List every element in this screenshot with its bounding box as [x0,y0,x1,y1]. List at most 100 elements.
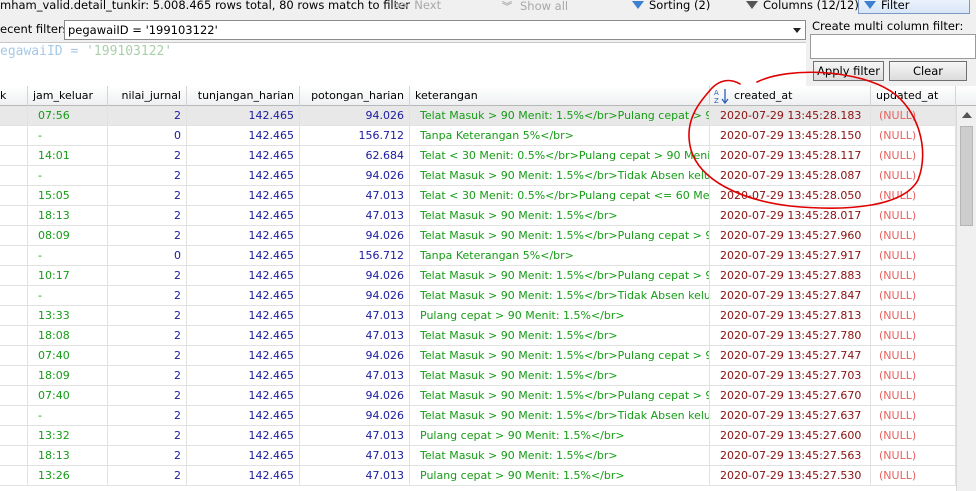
nilai-jurnal-cell[interactable]: 2 [108,406,187,426]
potongan-harian-cell[interactable]: 47.013 [300,366,410,386]
jam-keluar-cell[interactable]: 18:13 [28,206,108,226]
keterangan-cell[interactable]: Telat Masuk > 90 Menit: 1.5%</br>Pulang … [410,266,710,286]
tunjangan-harian-cell[interactable]: 142.465 [187,146,300,166]
show-all-button[interactable]: ︾ Show all [502,0,568,13]
tunjangan-harian-cell[interactable]: 142.465 [187,406,300,426]
row-index-cell[interactable] [0,266,28,286]
jam-keluar-cell[interactable]: - [28,246,108,266]
jam-keluar-cell[interactable]: 14:01 [28,146,108,166]
jam-keluar-cell[interactable]: - [28,286,108,306]
potongan-harian-cell[interactable]: 94.026 [300,266,410,286]
table-row[interactable]: -0 142.465 156.712 Tanpa Keterangan 5%</br>… [0,126,956,146]
updated-at-cell[interactable]: (NULL) [871,326,956,346]
updated-at-cell[interactable]: (NULL) [871,426,956,446]
tunjangan-harian-cell[interactable]: 142.465 [187,346,300,366]
multi-column-filter-input[interactable] [810,34,976,59]
apply-filter-button[interactable]: Apply filter [813,61,884,81]
keterangan-cell[interactable]: Telat Masuk > 90 Menit: 1.5%</br>Tidak A… [410,286,710,306]
updated-at-cell[interactable]: (NULL) [871,446,956,466]
keterangan-cell[interactable]: Telat Masuk > 90 Menit: 1.5%</br>Pulang … [410,346,710,366]
keterangan-cell[interactable]: Telat Masuk > 90 Menit: 1.5%</br>Tidak A… [410,406,710,426]
updated-at-cell[interactable]: (NULL) [871,406,956,426]
columns-button[interactable]: Columns (12/12) [746,0,859,13]
clear-button[interactable]: Clear [889,61,967,81]
filter-toggle-button[interactable]: Filter [858,0,970,14]
updated-at-cell[interactable]: (NULL) [871,166,956,186]
updated-at-cell[interactable]: (NULL) [871,386,956,406]
created-at-cell[interactable]: 2020-07-29 13:45:27.883 [710,266,871,286]
potongan-harian-cell[interactable]: 94.026 [300,226,410,246]
chevron-down-icon[interactable] [793,28,801,33]
nilai-jurnal-cell[interactable]: 2 [108,226,187,246]
keterangan-cell[interactable]: Telat Masuk > 90 Menit: 1.5%</br> [410,366,710,386]
updated-at-cell[interactable]: (NULL) [871,346,956,366]
potongan-harian-cell[interactable]: 47.013 [300,306,410,326]
keterangan-cell[interactable]: Tanpa Keterangan 5%</br> [410,246,710,266]
created-at-cell[interactable]: 2020-07-29 13:45:28.183 [710,106,871,126]
next-button[interactable]: >> Next [393,0,441,13]
potongan-harian-cell[interactable]: 47.013 [300,446,410,466]
updated-at-cell[interactable]: (NULL) [871,306,956,326]
tunjangan-harian-cell[interactable]: 142.465 [187,286,300,306]
tunjangan-harian-cell[interactable]: 142.465 [187,126,300,146]
jam-keluar-cell[interactable]: - [28,406,108,426]
potongan-harian-cell[interactable]: 62.684 [300,146,410,166]
row-index-cell[interactable] [0,286,28,306]
table-row[interactable]: 18:08 2 142.465 47.013 Telat Masuk > 90 Meni… [0,326,956,346]
potongan-harian-cell[interactable]: 94.026 [300,346,410,366]
row-index-cell[interactable] [0,426,28,446]
nilai-jurnal-cell[interactable]: 2 [108,146,187,166]
row-index-cell[interactable] [0,346,28,366]
nilai-jurnal-cell[interactable]: 2 [108,306,187,326]
jam-keluar-cell[interactable]: 18:13 [28,446,108,466]
nilai-jurnal-cell[interactable]: 2 [108,106,187,126]
created-at-cell[interactable]: 2020-07-29 13:45:28.150 [710,126,871,146]
tunjangan-harian-cell[interactable]: 142.465 [187,226,300,246]
jam-keluar-cell[interactable]: 07:40 [28,346,108,366]
row-index-cell[interactable] [0,466,28,486]
header-potongan-harian[interactable]: potongan_harian [300,86,410,106]
tunjangan-harian-cell[interactable]: 142.465 [187,266,300,286]
updated-at-cell[interactable]: (NULL) [871,126,956,146]
updated-at-cell[interactable]: (NULL) [871,226,956,246]
potongan-harian-cell[interactable]: 47.013 [300,466,410,486]
tunjangan-harian-cell[interactable]: 142.465 [187,446,300,466]
keterangan-cell[interactable]: Pulang cepat > 90 Menit: 1.5%</br> [410,426,710,446]
header-keterangan[interactable]: keterangan [410,86,710,106]
updated-at-cell[interactable]: (NULL) [871,366,956,386]
header-tunjangan-harian[interactable]: tunjangan_harian [187,86,300,106]
jam-keluar-cell[interactable]: 07:56 [28,106,108,126]
filter-editor[interactable]: egawaiID = '199103122' [0,42,806,86]
keterangan-cell[interactable]: Telat Masuk > 90 Menit: 1.5%</br> [410,326,710,346]
keterangan-cell[interactable]: Telat Masuk > 90 Menit: 1.5%</br>Pulang … [410,386,710,406]
tunjangan-harian-cell[interactable]: 142.465 [187,186,300,206]
sorting-button[interactable]: Sorting (2) [632,0,710,13]
table-row[interactable]: 18:13 2 142.465 47.013 Telat Masuk > 90 Meni… [0,206,956,226]
nilai-jurnal-cell[interactable]: 2 [108,466,187,486]
table-row[interactable]: 08:09 2 142.465 94.026 Telat Masuk > 90 Meni… [0,226,956,246]
potongan-harian-cell[interactable]: 47.013 [300,426,410,446]
header-updated-at[interactable]: updated_at [871,86,956,106]
table-row[interactable]: 14:01 2 142.465 62.684 Telat < 30 Menit: 0.5… [0,146,956,166]
table-row[interactable]: 07:40 2 142.465 94.026 Telat Masuk > 90 Meni… [0,386,956,406]
jam-keluar-cell[interactable]: - [28,166,108,186]
row-index-cell[interactable] [0,446,28,466]
updated-at-cell[interactable]: (NULL) [871,106,956,126]
updated-at-cell[interactable]: (NULL) [871,186,956,206]
keterangan-cell[interactable]: Telat Masuk > 90 Menit: 1.5%</br>Pulang … [410,106,710,126]
created-at-cell[interactable]: 2020-07-29 13:45:28.017 [710,206,871,226]
row-index-cell[interactable] [0,126,28,146]
nilai-jurnal-cell[interactable]: 2 [108,386,187,406]
header-idx[interactable]: k [0,86,28,106]
header-nilai-jurnal[interactable]: nilai_jurnal [108,86,187,106]
tunjangan-harian-cell[interactable]: 142.465 [187,206,300,226]
table-row[interactable]: 13:32 2 142.465 47.013 Pulang cepat > 90 Men… [0,426,956,446]
header-jam-keluar[interactable]: jam_keluar [28,86,108,106]
created-at-cell[interactable]: 2020-07-29 13:45:27.847 [710,286,871,306]
table-row[interactable]: 13:33 2 142.465 47.013 Pulang cepat > 90 Men… [0,306,956,326]
table-row[interactable]: -0 142.465 156.712 Tanpa Keterangan 5%</br>… [0,246,956,266]
tunjangan-harian-cell[interactable]: 142.465 [187,366,300,386]
created-at-cell[interactable]: 2020-07-29 13:45:27.813 [710,306,871,326]
updated-at-cell[interactable]: (NULL) [871,466,956,486]
table-row[interactable]: 13:26 2 142.465 47.013 Pulang cepat > 90 Men… [0,466,956,486]
